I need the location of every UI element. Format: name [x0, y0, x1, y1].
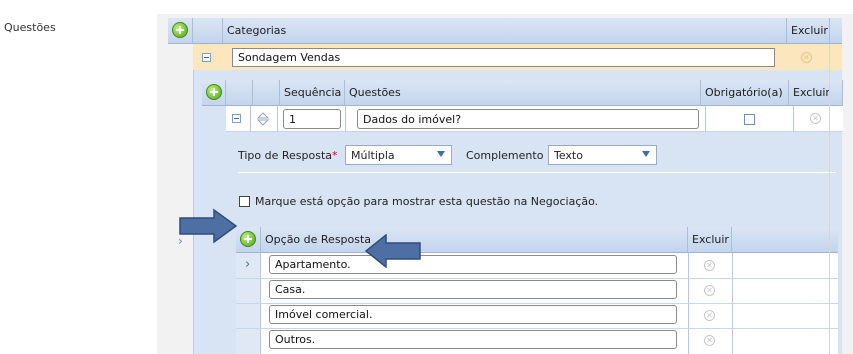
required-mark: * — [332, 149, 338, 162]
category-input[interactable]: Sondagem Vendas — [232, 48, 775, 67]
delete-category-icon[interactable]: ✕ — [801, 52, 812, 63]
annotation-arrow-right-icon — [178, 208, 238, 247]
separator — [238, 172, 836, 173]
questions-blank-2 — [253, 80, 280, 105]
header-opcao-resposta[interactable]: Opção de Resposta — [261, 227, 688, 252]
collapse-icon[interactable] — [202, 53, 211, 62]
answers-add-cell — [236, 227, 261, 252]
header-sequencia[interactable]: Sequência — [280, 80, 345, 105]
add-answer-icon[interactable] — [240, 231, 256, 247]
chevron-down-icon — [642, 151, 650, 157]
delete-answer-icon[interactable]: ✕ — [704, 310, 715, 321]
category-detail-panel: Sequência Questões Obrigatório(a) Exclui… — [193, 70, 843, 354]
page-label: Questões — [4, 21, 56, 34]
mostrar-negociacao-checkbox[interactable] — [239, 196, 250, 207]
collapse-question-icon[interactable] — [232, 114, 241, 123]
current-row-chevron-right-icon: › — [245, 257, 251, 272]
answer-input[interactable]: Imóvel comercial. — [269, 305, 677, 324]
mostrar-negociacao-label: Marque está opção para mostrar esta ques… — [255, 195, 599, 208]
answer-input[interactable]: Casa. — [269, 280, 677, 299]
questions-add-cell — [202, 80, 226, 105]
add-question-icon[interactable] — [206, 84, 222, 100]
sort-arrows-icon[interactable] — [256, 110, 270, 128]
header-categorias[interactable]: Categorias — [223, 18, 787, 43]
question-row[interactable]: 1 Dados do imóvel? ✕ — [226, 106, 843, 132]
answers-body: › Apartamento. ✕ Casa. ✕ Imóvel comercia… — [236, 253, 838, 354]
categories-header: Categorias Excluir — [168, 18, 842, 44]
header-excluir: Excluir — [787, 18, 830, 43]
header-questoes[interactable]: Questões — [345, 80, 701, 105]
row-divider — [236, 278, 838, 279]
complemento-label: Complemento — [466, 149, 544, 162]
delete-question-icon[interactable]: ✕ — [810, 113, 821, 124]
complemento-value: Texto — [554, 148, 583, 162]
header-excluir-questao: Excluir — [789, 80, 843, 105]
header-add-cell — [168, 18, 193, 43]
divider — [793, 106, 794, 132]
add-category-icon[interactable] — [172, 22, 188, 38]
tipo-resposta-label: Tipo de Resposta — [238, 149, 333, 162]
header-obrigatorio[interactable]: Obrigatório(a) — [701, 80, 789, 105]
complemento-select[interactable]: Texto — [548, 145, 657, 165]
answer-input[interactable]: Apartamento. — [269, 255, 677, 274]
header-blank-cell — [193, 18, 223, 43]
questions-header: Sequência Questões Obrigatório(a) Exclui… — [202, 80, 843, 106]
delete-answer-icon[interactable]: ✕ — [704, 285, 715, 296]
divider — [705, 106, 706, 132]
divider — [250, 106, 251, 132]
delete-answer-icon[interactable]: ✕ — [704, 335, 715, 346]
chevron-down-icon — [437, 151, 445, 157]
divider — [345, 106, 346, 132]
row-divider — [236, 303, 838, 304]
header-excluir-opcao: Excluir — [688, 227, 732, 252]
sequencia-input[interactable]: 1 — [283, 109, 341, 129]
annotation-arrow-left-icon — [364, 233, 422, 271]
answers-header: Opção de Resposta Excluir — [236, 227, 838, 253]
tipo-resposta-value: Múltipla — [351, 148, 395, 162]
row-divider — [236, 328, 838, 329]
delete-answer-icon[interactable]: ✕ — [704, 260, 715, 271]
answer-input[interactable]: Outros. — [269, 330, 677, 349]
questao-input[interactable]: Dados do imóvel? — [357, 109, 699, 129]
questions-blank-1 — [226, 80, 253, 105]
tipo-resposta-label-group: Tipo de Resposta * — [238, 149, 338, 162]
divider — [829, 44, 830, 354]
tipo-resposta-select[interactable]: Múltipla — [345, 145, 452, 165]
divider — [277, 106, 278, 132]
category-row[interactable]: Sondagem Vendas ✕ — [193, 44, 842, 70]
obrigatorio-checkbox[interactable] — [744, 114, 755, 125]
categories-grid: Categorias Excluir Sondagem Vendas ✕ › S… — [157, 14, 853, 354]
